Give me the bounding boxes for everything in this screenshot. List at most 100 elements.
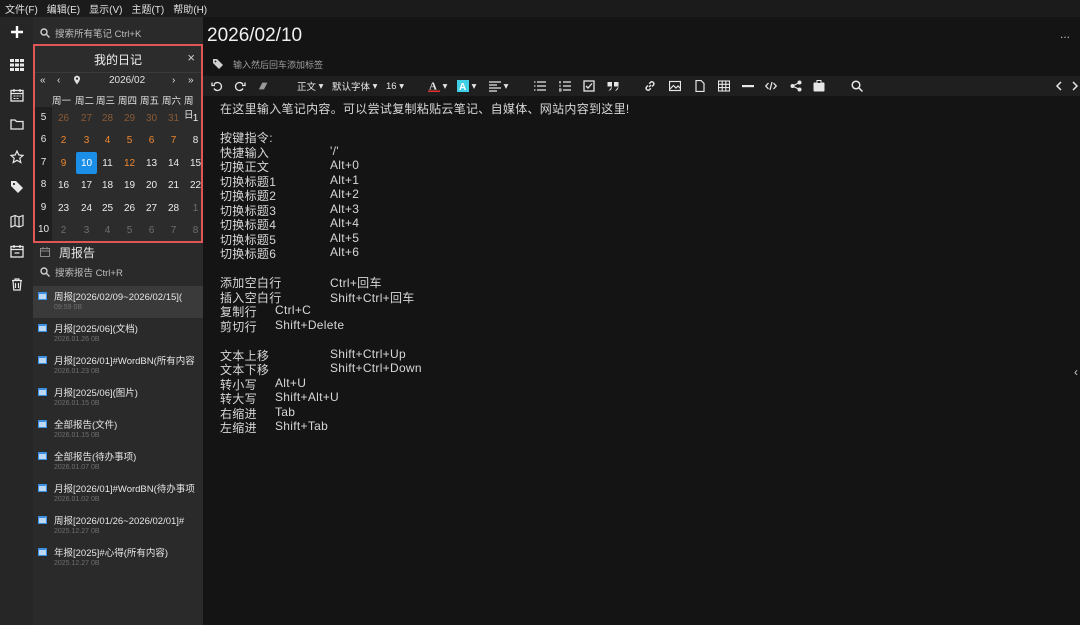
code-icon[interactable] — [765, 76, 777, 96]
report-list-item[interactable]: 全部报告(文件) 2026.01.15 0B — [33, 414, 203, 446]
font-select[interactable]: 默认字体 ▾ — [332, 76, 377, 96]
prev-month-icon[interactable]: ‹ — [57, 75, 60, 86]
shortcut-keys: Alt+1 — [330, 172, 360, 187]
chevron-right-icon[interactable] — [1069, 76, 1080, 96]
calendar-day[interactable]: 31 — [163, 107, 184, 129]
calendar-day[interactable]: 5 — [119, 129, 140, 151]
eraser-icon[interactable] — [258, 76, 270, 96]
report-list-item[interactable]: 年报[2025]#心得(所有内容) 2025.12.27 0B — [33, 542, 203, 574]
note-title[interactable]: 2026/02/10 — [207, 25, 302, 47]
calendar-day[interactable]: 13 — [141, 152, 162, 174]
weekly-report-header[interactable]: 周报告 — [33, 243, 203, 261]
collapse-panel-icon[interactable]: ‹ — [1074, 365, 1078, 379]
calendar-day[interactable]: 10 — [76, 152, 97, 174]
checkbox-icon[interactable] — [583, 76, 595, 96]
calendar-day[interactable]: 2 — [53, 129, 74, 151]
star-icon[interactable] — [0, 146, 33, 168]
more-options-icon[interactable]: ... — [1060, 27, 1070, 41]
calendar-day[interactable]: 29 — [119, 107, 140, 129]
calendar-day[interactable]: 27 — [76, 107, 97, 129]
calendar-day[interactable]: 16 — [53, 174, 74, 196]
clipboard-icon[interactable] — [813, 76, 825, 96]
calendar-day[interactable]: 24 — [76, 197, 97, 219]
bullet-list-icon[interactable] — [534, 76, 546, 96]
next-year-icon[interactable]: » — [188, 75, 194, 86]
map-icon[interactable] — [0, 210, 33, 232]
grid-icon[interactable] — [0, 54, 33, 76]
menu-help[interactable]: 帮助(H) — [168, 1, 211, 16]
report-list-item[interactable]: 周报[2026/02/09~2026/02/15](09:59 0B — [33, 286, 203, 318]
font-size-select[interactable]: 16 ▾ — [386, 76, 404, 96]
folder-icon[interactable] — [0, 113, 33, 135]
calendar-day[interactable]: 6 — [141, 219, 162, 241]
calendar-icon[interactable] — [0, 84, 33, 106]
calendar-day[interactable]: 25 — [97, 197, 118, 219]
calendar-doc-icon — [38, 484, 47, 492]
calendar-day[interactable]: 27 — [141, 197, 162, 219]
calendar-day[interactable]: 5 — [119, 219, 140, 241]
calendar-day[interactable]: 9 — [53, 152, 74, 174]
tag-input-row[interactable]: 输入然后回车添加标签 — [213, 57, 323, 71]
calendar-day[interactable]: 19 — [119, 174, 140, 196]
report-title: 月报[2025/06](文档) — [54, 324, 138, 335]
undo-icon[interactable] — [211, 76, 223, 96]
calendar-day[interactable]: 20 — [141, 174, 162, 196]
trash-icon[interactable] — [0, 273, 33, 295]
next-month-icon[interactable]: › — [172, 75, 175, 86]
calendar-day[interactable]: 28 — [97, 107, 118, 129]
calendar-day[interactable]: 7 — [163, 219, 184, 241]
file-icon[interactable] — [694, 76, 706, 96]
calendar-day[interactable]: 2 — [53, 219, 74, 241]
menu-theme[interactable]: 主题(T) — [126, 1, 168, 16]
align-icon[interactable]: ▾ — [489, 76, 508, 96]
calendar-day[interactable]: 6 — [141, 129, 162, 151]
link-icon[interactable] — [644, 76, 656, 96]
report-list-item[interactable]: 月报[2025/06](图片) 2026.01.15 0B — [33, 382, 203, 414]
calendar-day[interactable]: 21 — [163, 174, 184, 196]
calendar-day[interactable]: 4 — [97, 129, 118, 151]
calendar-day[interactable]: 28 — [163, 197, 184, 219]
calendar-day[interactable]: 18 — [97, 174, 118, 196]
numbered-list-icon[interactable] — [559, 76, 571, 96]
reports-search[interactable]: 搜索报告 Ctrl+R — [33, 264, 203, 280]
table-icon[interactable] — [718, 76, 730, 96]
share-icon[interactable] — [790, 76, 802, 96]
calendar-check-icon[interactable] — [0, 240, 33, 262]
location-icon[interactable] — [73, 75, 81, 88]
calendar-day[interactable]: 7 — [163, 129, 184, 151]
prev-year-icon[interactable]: « — [40, 75, 46, 86]
calendar-day[interactable]: 23 — [53, 197, 74, 219]
redo-icon[interactable] — [234, 76, 246, 96]
image-icon[interactable] — [669, 76, 681, 96]
calendar-day[interactable]: 17 — [76, 174, 97, 196]
menu-file[interactable]: 文件(F) — [0, 1, 42, 16]
calendar-day[interactable]: 26 — [53, 107, 74, 129]
quote-icon[interactable] — [607, 76, 619, 96]
report-list-item[interactable]: 月报[2026/01]#WordBN(待办事项 2026.01.02 0B — [33, 478, 203, 510]
find-icon[interactable] — [851, 76, 863, 96]
calendar-day[interactable]: 3 — [76, 129, 97, 151]
close-icon[interactable]: × — [187, 50, 195, 65]
plus-icon[interactable] — [0, 21, 33, 43]
highlight-color-icon[interactable]: A ▾ — [457, 76, 476, 96]
chevron-left-icon[interactable] — [1053, 76, 1065, 96]
menu-edit[interactable]: 编辑(E) — [42, 1, 84, 16]
report-list-item[interactable]: 全部报告(待办事项) 2026.01.07 0B — [33, 446, 203, 478]
calendar-day[interactable]: 12 — [119, 152, 140, 174]
menu-view[interactable]: 显示(V) — [84, 1, 126, 16]
paragraph-style-select[interactable]: 正文 ▾ — [297, 76, 323, 96]
calendar-day[interactable]: 14 — [163, 152, 184, 174]
horizontal-rule-icon[interactable] — [742, 76, 754, 96]
week-number: 6 — [40, 134, 47, 145]
calendar-day[interactable]: 4 — [97, 219, 118, 241]
report-list-item[interactable]: 周报[2026/01/26~2026/02/01]# 2025.12.27 0B — [33, 510, 203, 542]
calendar-day[interactable]: 11 — [97, 152, 118, 174]
calendar-day[interactable]: 3 — [76, 219, 97, 241]
notes-search[interactable]: 搜索所有笔记 Ctrl+K — [33, 25, 203, 41]
calendar-day[interactable]: 30 — [141, 107, 162, 129]
tag-icon[interactable] — [0, 176, 33, 198]
report-list-item[interactable]: 月报[2025/06](文档) 2026.01.26 0B — [33, 318, 203, 350]
calendar-day[interactable]: 26 — [119, 197, 140, 219]
text-color-icon[interactable]: A ▾ — [428, 76, 447, 96]
report-list-item[interactable]: 月报[2026/01]#WordBN(所有内容 2026.01.23 0B — [33, 350, 203, 382]
